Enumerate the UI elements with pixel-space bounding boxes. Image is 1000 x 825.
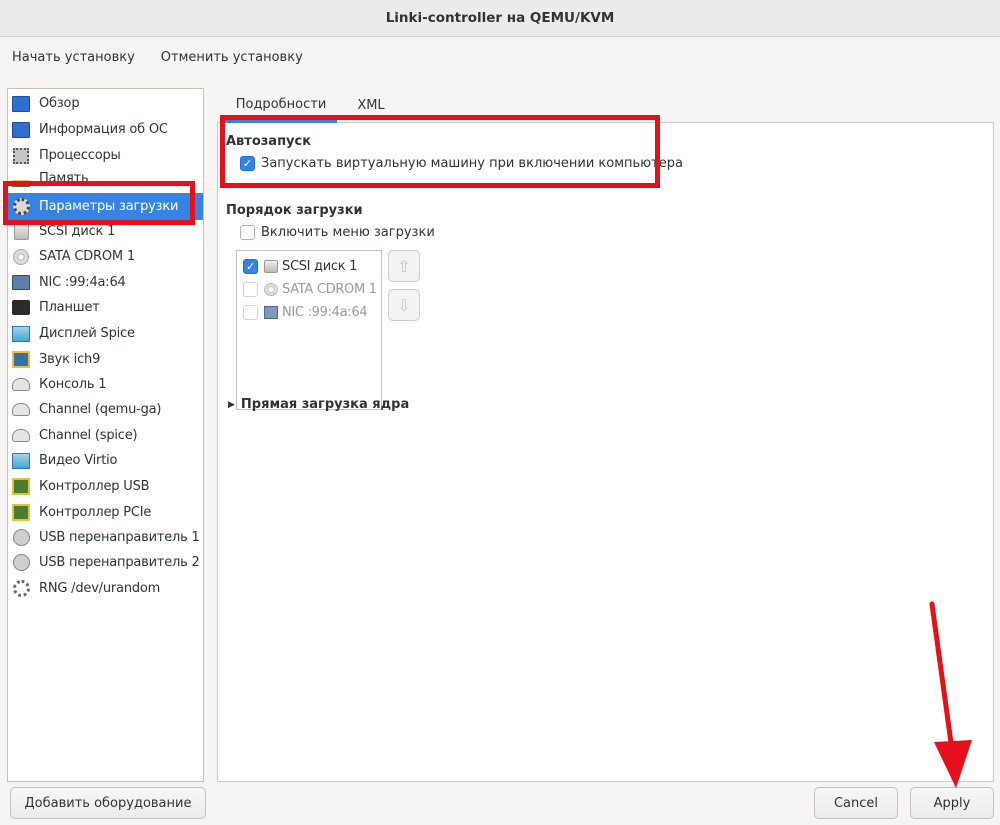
boot-device-label: SATA CDROM 1 [282, 281, 377, 297]
pci-icon [12, 478, 30, 496]
boot-device-label: SCSI диск 1 [282, 258, 358, 274]
cdrom-icon [12, 248, 30, 266]
boot-device-label: NIC :99:4a:64 [282, 304, 368, 320]
sidebar-item-tablet[interactable]: Планшет [8, 295, 203, 320]
network-icon [12, 274, 30, 292]
sidebar-item-label: Видео Virtio [39, 453, 118, 468]
sidebar-item-label: USB перенаправитель 2 [39, 555, 200, 570]
monitor-icon [12, 121, 30, 139]
display-icon [12, 325, 30, 343]
boot-device-nic[interactable]: NIC :99:4a:64 [243, 301, 368, 323]
checkbox-box [240, 225, 255, 240]
annotation-arrow [929, 601, 972, 788]
menubar: Начать установку Отменить установку [0, 37, 1000, 77]
sidebar-item-label: SATA CDROM 1 [39, 249, 135, 264]
boot-order-heading: Порядок загрузки [226, 203, 363, 218]
annotation-box-autostart [220, 115, 660, 188]
checkbox-box [243, 281, 258, 297]
sidebar-item-label: Обзор [39, 96, 80, 111]
sidebar-item-label: Channel (spice) [39, 428, 138, 443]
console-icon [12, 376, 30, 394]
console-icon [12, 401, 30, 419]
sidebar-item-display-spice[interactable]: Дисплей Spice [8, 321, 203, 346]
sidebar-item-channel-qemu-ga[interactable]: Channel (qemu-ga) [8, 397, 203, 422]
usb-icon [12, 529, 30, 547]
sidebar-item-pcie-controller[interactable]: Контроллер PCIe [8, 500, 203, 525]
sidebar-item-channel-spice[interactable]: Channel (spice) [8, 423, 203, 448]
tablet-icon [12, 299, 30, 317]
sidebar-item-sata-cdrom[interactable]: SATA CDROM 1 [8, 244, 203, 269]
sidebar-item-label: SCSI диск 1 [39, 224, 116, 239]
sidebar-item-usb-controller[interactable]: Контроллер USB [8, 474, 203, 499]
network-icon [264, 305, 278, 319]
boot-device-cdrom[interactable]: SATA CDROM 1 [243, 278, 377, 300]
cpu-icon [12, 147, 30, 165]
enable-boot-menu-label: Включить меню загрузки [261, 225, 435, 240]
enable-boot-menu-checkbox[interactable]: Включить меню загрузки [240, 225, 435, 240]
video-icon [12, 452, 30, 470]
sidebar-item-label: Контроллер USB [39, 479, 150, 494]
sidebar-item-label: Звук ich9 [39, 352, 101, 367]
sidebar-item-console[interactable]: Консоль 1 [8, 372, 203, 397]
move-up-button[interactable]: ⇧ [388, 250, 420, 282]
arrow-down-icon: ⇩ [397, 295, 411, 315]
checkbox-box [243, 304, 258, 320]
sidebar-item-label: Channel (qemu-ga) [39, 402, 162, 417]
arrow-up-icon: ⇧ [397, 256, 411, 276]
boot-device-scsi[interactable]: ✓ SCSI диск 1 [243, 255, 357, 277]
cdrom-icon [264, 282, 278, 296]
begin-install-menu[interactable]: Начать установку [12, 50, 135, 65]
boot-device-list: ✓ SCSI диск 1 SATA CDROM 1 NIC :99:4a:64 [236, 250, 382, 410]
pci-icon [12, 504, 30, 522]
sidebar-item-label: Контроллер PCIe [39, 505, 152, 520]
usb-icon [12, 554, 30, 572]
sidebar-item-label: Информация об ОС [39, 122, 168, 137]
direct-kernel-expander[interactable]: ▶ Прямая загрузка ядра [228, 397, 409, 412]
sidebar-item-label: RNG /dev/urandom [39, 581, 161, 596]
expander-arrow-icon: ▶ [228, 399, 235, 410]
sidebar-item-label: USB перенаправитель 1 [39, 530, 200, 545]
sidebar-item-label: NIC :99:4a:64 [39, 275, 126, 290]
details-panel: Подробности XML Автозапуск ✓ Запускать в… [217, 88, 994, 782]
sidebar-item-usb-redir-2[interactable]: USB перенаправитель 2 [8, 550, 203, 575]
sidebar-item-label: Процессоры [39, 148, 121, 163]
sidebar-item-usb-redir-1[interactable]: USB перенаправитель 1 [8, 525, 203, 550]
direct-kernel-label: Прямая загрузка ядра [240, 397, 410, 412]
sidebar-item-label: Консоль 1 [39, 377, 107, 392]
sidebar-item-label: Дисплей Spice [39, 326, 135, 341]
cancel-button[interactable]: Cancel [814, 787, 898, 819]
apply-button[interactable]: Apply [910, 787, 994, 819]
sidebar-item-nic[interactable]: NIC :99:4a:64 [8, 270, 203, 295]
monitor-icon [12, 95, 30, 113]
disk-icon [264, 259, 278, 273]
move-down-button[interactable]: ⇩ [388, 289, 420, 321]
sidebar-item-video[interactable]: Видео Virtio [8, 448, 203, 473]
add-hardware-button[interactable]: Добавить оборудование [10, 787, 206, 819]
cancel-install-menu[interactable]: Отменить установку [161, 50, 303, 65]
annotation-box-boot-options [3, 181, 195, 225]
sidebar-item-sound[interactable]: Звук ich9 [8, 347, 203, 372]
disk-icon [12, 223, 30, 241]
sidebar-item-rng[interactable]: RNG /dev/urandom [8, 576, 203, 601]
sound-icon [12, 351, 30, 369]
sidebar-item-label: Планшет [39, 300, 100, 315]
window-title: Linki-controller на QEMU/KVM [0, 0, 1000, 37]
check-icon: ✓ [243, 258, 258, 274]
sidebar-item-os-info[interactable]: Информация об ОС [8, 117, 203, 142]
sidebar-item-overview[interactable]: Обзор [8, 91, 203, 116]
rng-icon [12, 580, 30, 598]
boot-options-content: Автозапуск ✓ Запускать виртуальную машин… [217, 123, 994, 782]
sidebar-item-cpus[interactable]: Процессоры [8, 143, 203, 168]
console-icon [12, 427, 30, 445]
